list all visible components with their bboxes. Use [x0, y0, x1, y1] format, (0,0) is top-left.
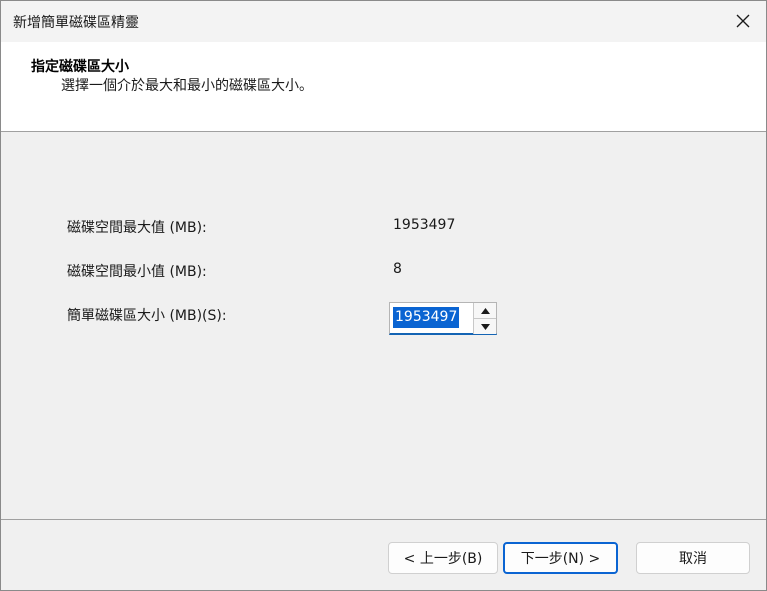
- wizard-content: 磁碟空間最大值 (MB): 1953497 磁碟空間最小值 (MB): 8 簡單…: [1, 132, 766, 519]
- min-size-value: 8: [393, 261, 402, 277]
- arrow-down-icon: [480, 323, 490, 330]
- title-bar: 新增簡單磁碟區精靈: [1, 1, 766, 42]
- close-icon: [736, 14, 750, 28]
- max-size-label: 磁碟空間最大值 (MB):: [67, 220, 207, 236]
- page-title: 指定磁碟區大小: [31, 59, 129, 75]
- volume-size-label: 簡單磁碟區大小 (MB)(S):: [67, 308, 227, 324]
- decrement-button[interactable]: [474, 319, 496, 334]
- wizard-footer: < 上一步(B) 下一步(N) > 取消: [1, 520, 766, 590]
- back-button[interactable]: < 上一步(B): [388, 542, 498, 574]
- cancel-button[interactable]: 取消: [636, 542, 750, 574]
- arrow-up-icon: [480, 307, 490, 314]
- min-size-label: 磁碟空間最小值 (MB):: [67, 264, 207, 280]
- page-subtitle: 選擇一個介於最大和最小的磁碟區大小。: [61, 78, 313, 94]
- window-title: 新增簡單磁碟區精靈: [13, 15, 139, 31]
- volume-size-stepper[interactable]: 1953497: [389, 302, 497, 335]
- wizard-header: 指定磁碟區大小 選擇一個介於最大和最小的磁碟區大小。: [1, 42, 766, 132]
- wizard-window: 新增簡單磁碟區精靈 指定磁碟區大小 選擇一個介於最大和最小的磁碟區大小。 磁碟空…: [0, 0, 767, 591]
- increment-button[interactable]: [474, 303, 496, 319]
- close-button[interactable]: [720, 1, 766, 41]
- max-size-value: 1953497: [393, 217, 456, 233]
- stepper-buttons: [473, 303, 496, 334]
- volume-size-input[interactable]: 1953497: [393, 307, 460, 328]
- next-button[interactable]: 下一步(N) >: [503, 542, 618, 574]
